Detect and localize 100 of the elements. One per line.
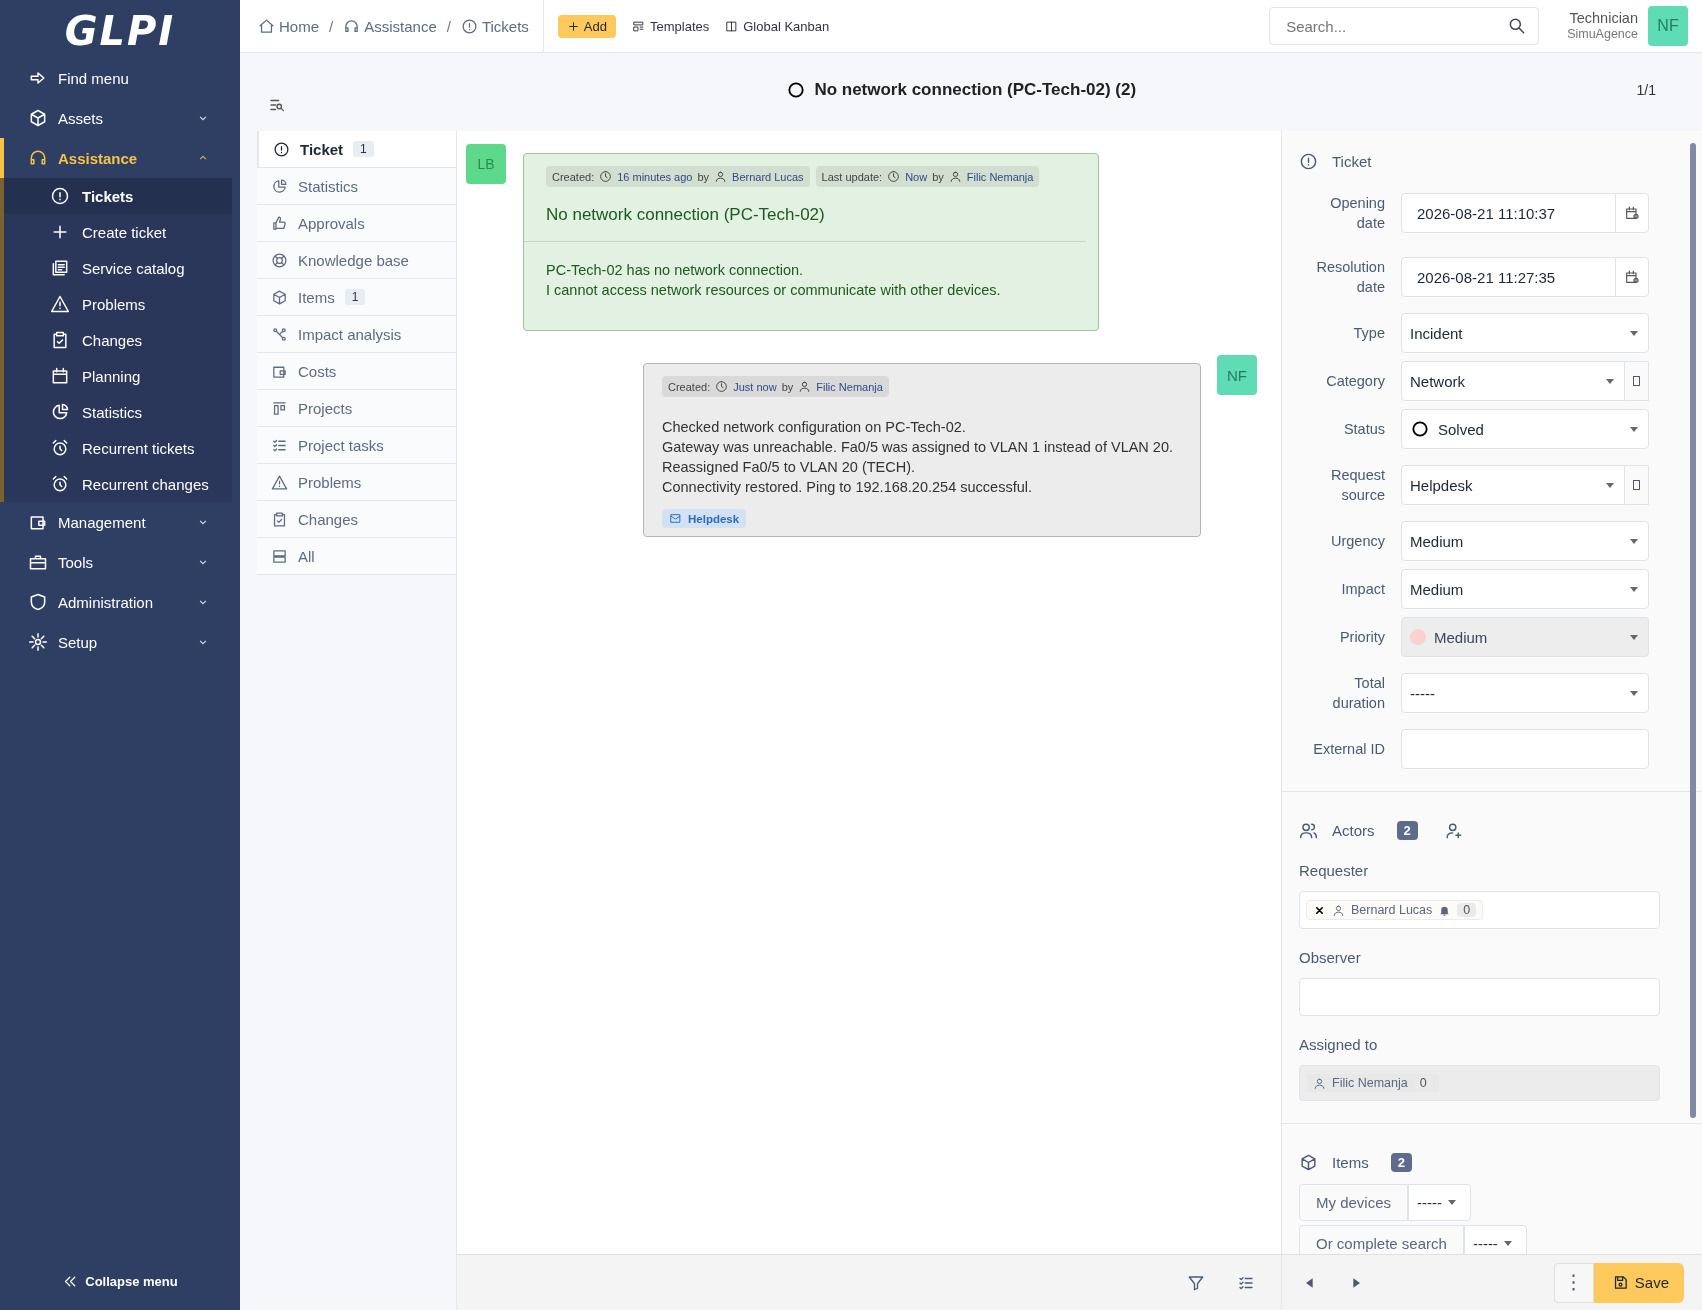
breadcrumb-link[interactable]: Tickets — [460, 17, 529, 35]
user-icon — [948, 170, 962, 183]
tab[interactable]: Projects — [257, 390, 456, 427]
home-icon — [258, 17, 275, 35]
count-badge: 1 — [353, 141, 374, 157]
text-field[interactable] — [1401, 729, 1649, 769]
user-icon — [798, 380, 812, 393]
meta-time: Just now — [733, 380, 777, 393]
tab[interactable]: Costs — [257, 353, 456, 390]
filter-icon[interactable] — [1187, 1273, 1205, 1292]
count-badge: 2 — [1396, 820, 1418, 840]
meta-time: 16 minutes ago — [617, 170, 693, 183]
nav-subitem[interactable]: Create ticket — [4, 214, 232, 250]
dropdown-field[interactable]: Solved — [1401, 409, 1649, 449]
info-button[interactable] — [1625, 361, 1649, 401]
section-heading: Actors — [1332, 821, 1375, 839]
shield-icon — [28, 592, 48, 612]
actor-role-label: Assigned to — [1299, 1036, 1379, 1053]
clipboard-check-icon — [271, 510, 288, 528]
nav-subitem[interactable]: Planning — [4, 358, 232, 394]
breadcrumb-link[interactable]: Assistance — [343, 17, 437, 35]
nav-section[interactable]: Assistance — [0, 138, 240, 178]
entry-text-line: PC-Tech-02 has no network connection. — [546, 261, 805, 280]
calendar-icon — [50, 366, 70, 386]
clock-icon — [887, 170, 901, 183]
add-user-icon[interactable] — [1443, 820, 1463, 840]
breadcrumb-link[interactable]: Home — [258, 17, 319, 35]
nav-subitem[interactable]: Recurrent changes — [4, 466, 232, 502]
dropdown-field[interactable]: Medium — [1401, 521, 1649, 561]
calendar-clock-icon — [1624, 205, 1640, 221]
entry-text-line: Connectivity restored. Ping to 192.168.20.254 successful. — [662, 478, 1033, 497]
tab[interactable]: Changes — [257, 501, 456, 538]
nav-subitem[interactable]: Changes — [4, 322, 232, 358]
warning-icon — [271, 473, 288, 491]
dropdown-field[interactable]: Medium — [1401, 569, 1649, 609]
tab[interactable]: Problems — [257, 464, 456, 501]
tab[interactable]: Impact analysis — [257, 316, 456, 353]
save-button[interactable]: Save — [1593, 1262, 1684, 1303]
stack-icon — [271, 547, 288, 565]
nav-section[interactable]: Management — [0, 502, 240, 542]
author-avatar: NF — [1217, 355, 1257, 395]
add-button[interactable]: Add — [557, 14, 616, 38]
count-badge: 1 — [344, 289, 366, 305]
cube-icon — [271, 288, 288, 306]
nav-section[interactable]: Assets — [0, 98, 240, 138]
info-button[interactable] — [1625, 465, 1649, 505]
tab[interactable]: Statistics — [257, 168, 456, 205]
scrollbar[interactable] — [1690, 143, 1696, 1118]
dropdown-field[interactable]: Helpdesk — [1401, 465, 1625, 505]
user-icon — [714, 170, 728, 183]
nav-section[interactable]: Tools — [0, 542, 240, 582]
ticket-title: No network connection (PC-Tech-02) (2) — [814, 80, 1137, 100]
nav-section[interactable]: Setup — [0, 622, 240, 662]
tab[interactable]: Project tasks — [257, 427, 456, 464]
mail-icon — [669, 512, 682, 525]
tab[interactable]: Ticket 1 — [257, 131, 456, 168]
entry-text-line: Gateway was unreachable. Fa0/5 was assigned to VLAN 1 instead of VLAN 20. — [662, 438, 1175, 457]
dropdown-field[interactable]: ----- — [1463, 1225, 1527, 1254]
actor-field[interactable]: Bernard Lucas 0 — [1299, 891, 1660, 929]
nav-section[interactable]: Administration — [0, 582, 240, 622]
dropdown-field[interactable]: ----- — [1408, 1184, 1471, 1221]
dropdown-field[interactable]: Network — [1401, 361, 1625, 401]
cube-icon — [28, 108, 48, 128]
author-link[interactable]: Bernard Lucas — [732, 170, 804, 183]
nav-subitem[interactable]: Tickets — [4, 178, 232, 214]
tab[interactable]: Knowledge base — [257, 242, 456, 279]
actor-field[interactable] — [1299, 978, 1660, 1016]
count-badge: 2 — [1390, 1152, 1412, 1172]
plus-icon — [566, 19, 580, 33]
dropdown-field[interactable]: ----- — [1401, 673, 1649, 713]
toolbox-icon — [28, 552, 48, 572]
tab[interactable]: Approvals — [257, 205, 456, 242]
pie-chart-icon — [50, 402, 70, 422]
header-link[interactable]: Global Kanban — [725, 18, 830, 34]
actor-chip[interactable]: Bernard Lucas 0 — [1306, 900, 1484, 920]
tab[interactable]: Items 1 — [257, 279, 456, 316]
nav-item[interactable]: Find menu — [0, 58, 240, 98]
tab[interactable]: All — [257, 538, 456, 575]
nav-subitem[interactable]: Service catalog — [4, 250, 232, 286]
user-entity: SimuAgence — [1567, 27, 1638, 42]
nav-subitem[interactable]: Recurrent tickets — [4, 430, 232, 466]
clock-icon — [599, 170, 613, 183]
collapse-menu-button[interactable]: Collapse menu — [62, 1253, 178, 1310]
date-field[interactable]: 2026-08-21 11:27:35 — [1401, 257, 1649, 297]
author-link[interactable]: Filic Nemanja — [816, 380, 883, 393]
nav-subitem[interactable]: Problems — [4, 286, 232, 322]
meta-by: by — [781, 380, 794, 393]
headset-icon — [28, 148, 48, 168]
dropdown-field[interactable]: Incident — [1401, 313, 1649, 353]
documents-icon — [50, 258, 70, 278]
layout-icon — [632, 19, 645, 33]
search-field[interactable]: Search... — [1269, 7, 1540, 45]
meta-label: Created: — [552, 170, 595, 183]
date-field[interactable]: 2026-08-21 11:10:37 — [1401, 193, 1649, 233]
logo[interactable]: GLPI — [64, 0, 176, 58]
pie-chart-icon — [271, 177, 288, 195]
nav-subitem[interactable]: Statistics — [4, 394, 232, 430]
section-heading: Items — [1332, 1153, 1369, 1171]
author-link[interactable]: Filic Nemanja — [966, 170, 1034, 183]
header-link[interactable]: Templates — [632, 18, 710, 34]
